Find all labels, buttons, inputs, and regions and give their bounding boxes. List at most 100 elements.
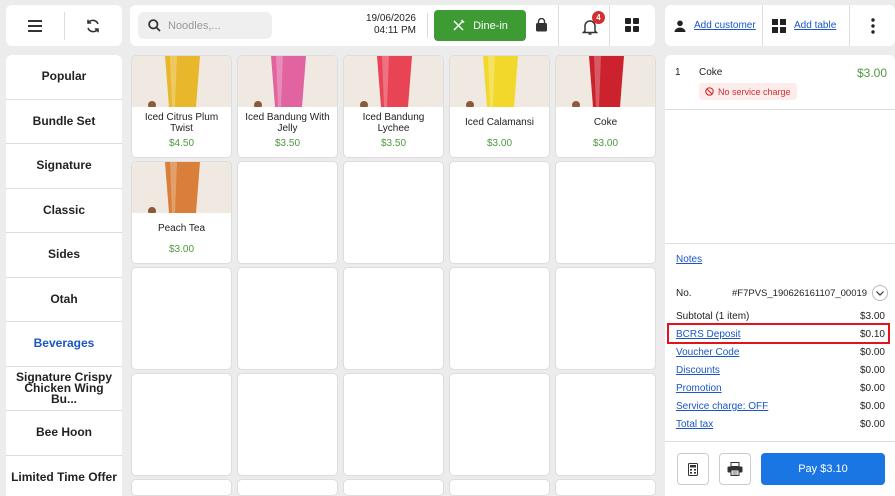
summary-row: Subtotal (1 item) $3.00 xyxy=(676,311,885,322)
add-customer-link[interactable]: Add customer xyxy=(674,5,756,46)
summary-value: $0.00 xyxy=(859,347,885,358)
product-tile[interactable]: Iced Bandung With Jelly $3.50 xyxy=(237,55,338,158)
top-left-toolbar xyxy=(6,5,122,46)
notifications-button[interactable]: 4 xyxy=(579,11,605,38)
category-item[interactable]: Classic xyxy=(6,189,122,233)
order-item[interactable]: 1 Coke $3.00 No service charge xyxy=(665,55,895,110)
product-tile[interactable]: Peach Tea $3.00 xyxy=(131,161,232,264)
datetime: 19/06/2026 04:11 PM xyxy=(330,13,416,37)
product-name: Iced Bandung With Jelly xyxy=(245,111,330,134)
order-item-qty: 1 xyxy=(675,67,681,78)
product-name: Peach Tea xyxy=(157,223,206,234)
notes-link[interactable]: Notes xyxy=(676,254,702,265)
empty-product-slot xyxy=(449,479,550,496)
printer-icon xyxy=(727,462,743,476)
category-item[interactable]: Bee Hoon xyxy=(6,411,122,456)
top-bar: Noodles,... 19/06/2026 04:11 PM Dine-in … xyxy=(130,5,655,46)
category-item[interactable]: Signature Crispy Chicken Wing Bu... xyxy=(6,367,122,411)
summary-value: $0.00 xyxy=(859,365,885,376)
layout-grid-icon[interactable] xyxy=(625,18,639,32)
empty-product-slot xyxy=(343,479,444,496)
product-image xyxy=(132,56,231,109)
summary-row: Promotion $0.00 xyxy=(676,383,885,394)
product-tile[interactable]: Iced Bandung Lychee $3.50 xyxy=(343,55,444,158)
hamburger-icon xyxy=(27,19,42,32)
kebab-icon xyxy=(871,18,875,34)
category-item[interactable]: Sides xyxy=(6,233,122,278)
summary-value: $0.00 xyxy=(859,401,885,412)
product-image xyxy=(556,56,655,109)
notification-badge: 4 xyxy=(592,11,605,24)
dine-in-button[interactable]: Dine-in xyxy=(434,10,526,41)
product-price: $3.00 xyxy=(486,138,513,149)
divider xyxy=(762,5,763,46)
empty-product-slot xyxy=(237,267,338,370)
add-table-link[interactable]: Add table xyxy=(772,5,836,46)
product-name: Iced Citrus Plum Twist xyxy=(144,111,219,134)
dine-in-label: Dine-in xyxy=(473,19,508,32)
summary-row: Service charge: OFF $0.00 xyxy=(676,401,885,412)
divider xyxy=(609,5,610,46)
search-input[interactable]: Noodles,... xyxy=(138,12,272,39)
order-number-toggle[interactable] xyxy=(872,285,888,301)
search-placeholder: Noodles,... xyxy=(168,19,221,32)
chevron-down-icon xyxy=(876,290,884,296)
category-item[interactable]: Beverages xyxy=(6,322,122,367)
product-price: $3.50 xyxy=(380,138,407,149)
empty-product-slot xyxy=(343,373,444,476)
summary-label[interactable]: Discounts xyxy=(676,365,720,376)
pay-button[interactable]: Pay $3.10 xyxy=(761,453,885,485)
empty-product-slot xyxy=(343,267,444,370)
empty-product-slot xyxy=(449,161,550,264)
summary-row: Discounts $0.00 xyxy=(676,365,885,376)
category-item[interactable]: Otah xyxy=(6,278,122,322)
takeaway-button[interactable] xyxy=(531,14,551,36)
sync-button[interactable] xyxy=(64,5,122,46)
no-service-charge-tag: No service charge xyxy=(699,83,797,100)
summary-row: Voucher Code $0.00 xyxy=(676,347,885,358)
summary-value: $0.00 xyxy=(859,383,885,394)
add-customer-label: Add customer xyxy=(694,20,756,31)
summary-label[interactable]: Service charge: OFF xyxy=(676,401,768,412)
summary-value: $3.00 xyxy=(859,311,885,322)
divider xyxy=(558,5,559,46)
product-price: $3.00 xyxy=(592,138,619,149)
category-item[interactable]: Bundle Set xyxy=(6,100,122,144)
print-button[interactable] xyxy=(719,453,751,485)
ban-icon xyxy=(705,87,714,96)
customer-table-bar: Add customer Add table xyxy=(665,5,895,46)
category-item[interactable]: Popular xyxy=(6,55,122,100)
table-grid-icon xyxy=(772,18,786,33)
product-image xyxy=(344,56,443,109)
more-options-button[interactable] xyxy=(871,18,875,37)
empty-product-slot xyxy=(131,267,232,370)
order-number-label: No. xyxy=(676,288,692,299)
product-price: $3.00 xyxy=(168,244,195,255)
category-item[interactable]: Limited Time Offer xyxy=(6,456,122,496)
product-tile[interactable]: Iced Citrus Plum Twist $4.50 xyxy=(131,55,232,158)
product-tile[interactable]: Coke $3.00 xyxy=(555,55,656,158)
category-item[interactable]: Signature xyxy=(6,144,122,189)
summary-label[interactable]: Total tax xyxy=(676,419,713,430)
empty-product-slot xyxy=(343,161,444,264)
footer-divider xyxy=(665,441,895,442)
order-item-name: Coke xyxy=(699,67,723,78)
order-number-row: No. #F7PVS_190626161107_00019 xyxy=(676,285,888,301)
menu-button[interactable] xyxy=(6,5,64,46)
summary-value: $0.00 xyxy=(859,419,885,430)
divider xyxy=(849,5,850,46)
user-icon xyxy=(674,20,686,32)
empty-product-slot xyxy=(449,373,550,476)
product-price: $3.50 xyxy=(274,138,301,149)
summary-label[interactable]: Voucher Code xyxy=(676,347,739,358)
empty-product-slot xyxy=(555,267,656,370)
cutlery-icon xyxy=(453,19,465,31)
summary-label[interactable]: Promotion xyxy=(676,383,722,394)
order-item-price: $3.00 xyxy=(856,66,887,80)
product-tile[interactable]: Iced Calamansi $3.00 xyxy=(449,55,550,158)
product-name: Iced Bandung Lychee xyxy=(362,111,425,134)
empty-product-slot xyxy=(131,479,232,496)
divider xyxy=(427,13,428,38)
calculator-button[interactable] xyxy=(677,453,709,485)
empty-product-slot xyxy=(237,373,338,476)
